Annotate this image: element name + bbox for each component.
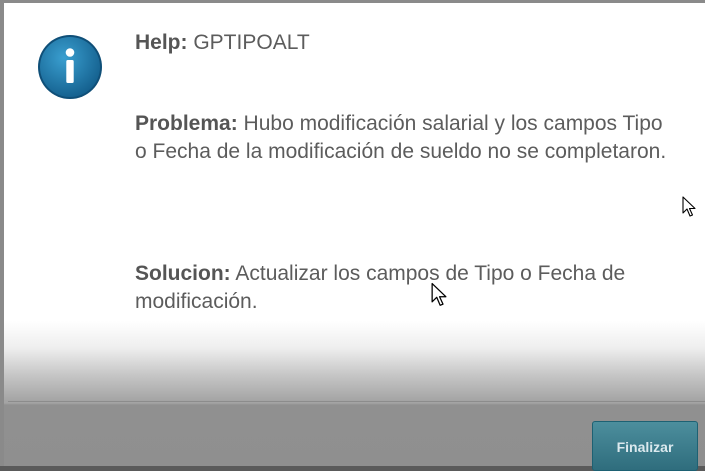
- help-code: GPTIPOALT: [193, 31, 310, 54]
- problema-paragraph: Problema: Hubo modificación salarial y l…: [135, 110, 675, 166]
- problema-label: Problema:: [135, 112, 238, 135]
- help-dialog: Help: GPTIPOALT Problema: Hubo modificac…: [0, 0, 705, 466]
- help-line: Help: GPTIPOALT: [135, 29, 675, 57]
- info-icon: [38, 35, 102, 99]
- footer-divider: [8, 401, 705, 402]
- solucion-paragraph: Solucion: Actualizar los campos de Tipo …: [135, 260, 675, 316]
- help-label: Help:: [135, 31, 188, 54]
- finalizar-button[interactable]: Finalizar: [592, 421, 698, 471]
- solucion-label: Solucion:: [135, 262, 231, 285]
- mouse-pointer-icon: [431, 282, 447, 306]
- mouse-pointer-icon: [682, 196, 696, 217]
